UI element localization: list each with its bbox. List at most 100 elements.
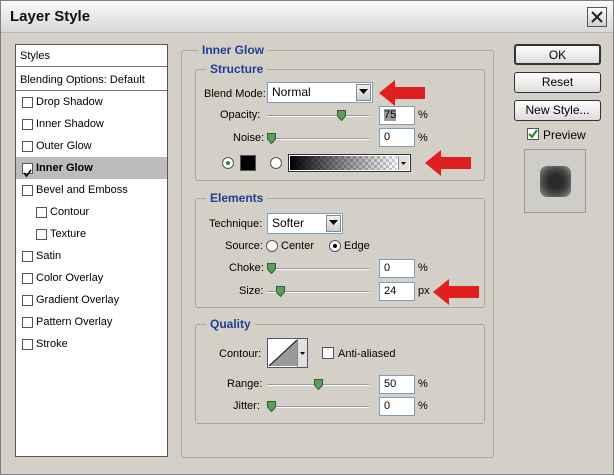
opacity-unit: % (418, 109, 428, 121)
style-item-label: Texture (50, 228, 87, 240)
style-item-label: Pattern Overlay (36, 316, 113, 328)
style-checkbox[interactable] (22, 119, 33, 130)
style-item-inner-glow[interactable]: Inner Glow (16, 157, 167, 179)
elements-title: Elements (206, 191, 268, 205)
preview-checkbox[interactable] (527, 128, 539, 140)
style-item-drop-shadow[interactable]: Drop Shadow (16, 91, 167, 113)
noise-input[interactable]: 0 (379, 128, 415, 147)
opacity-input[interactable]: 75 (379, 106, 415, 125)
gradient-picker[interactable] (288, 154, 411, 172)
ok-button[interactable]: OK (514, 44, 601, 65)
anti-aliased-label[interactable]: Anti-aliased (338, 348, 395, 360)
styles-list: Styles Blending Options: Default Drop Sh… (15, 44, 168, 457)
preview-label[interactable]: Preview (543, 128, 586, 142)
structure-title: Structure (206, 62, 268, 76)
source-label: Source: (225, 240, 263, 252)
style-item-label: Satin (36, 250, 62, 262)
range-unit: % (418, 378, 428, 390)
style-item-inner-shadow[interactable]: Inner Shadow (16, 113, 167, 135)
jitter-slider[interactable] (267, 401, 369, 413)
slider-thumb[interactable] (337, 110, 346, 122)
style-item-color-overlay[interactable]: Color Overlay (16, 267, 167, 289)
style-item-label: Color Overlay (36, 272, 104, 284)
style-checkbox[interactable] (36, 207, 47, 218)
style-checkbox[interactable] (22, 339, 33, 350)
slider-thumb[interactable] (267, 401, 276, 413)
technique-select[interactable]: Softer (267, 213, 343, 234)
style-checkbox[interactable] (22, 273, 33, 284)
solid-color-radio[interactable] (222, 157, 234, 169)
gradient-preview (290, 156, 397, 170)
layer-style-dialog: Layer Style Styles Blending Options: Def… (0, 0, 614, 475)
style-item-label: Contour (50, 206, 90, 218)
style-item-texture[interactable]: Texture (16, 223, 167, 245)
style-item-bevel-and-emboss[interactable]: Bevel and Emboss (16, 179, 167, 201)
contour-preview-icon (269, 340, 297, 366)
blending-options-item[interactable]: Blending Options: Default (16, 69, 167, 91)
jitter-input[interactable]: 0 (379, 397, 415, 416)
close-button[interactable] (587, 7, 607, 27)
preview-swatch (540, 166, 571, 197)
style-checkbox[interactable] (22, 141, 33, 152)
style-checkbox[interactable] (22, 317, 33, 328)
style-item-contour[interactable]: Contour (16, 201, 167, 223)
source-edge-radio[interactable] (329, 240, 341, 252)
style-item-gradient-overlay[interactable]: Gradient Overlay (16, 289, 167, 311)
style-item-pattern-overlay[interactable]: Pattern Overlay (16, 311, 167, 333)
technique-value: Softer (272, 216, 305, 230)
style-item-label: Inner Glow (36, 162, 93, 174)
blend-mode-select[interactable]: Normal (267, 82, 373, 103)
size-input[interactable]: 24 (379, 282, 415, 301)
jitter-label: Jitter: (233, 400, 260, 412)
style-checkbox[interactable] (22, 163, 33, 178)
source-edge-label[interactable]: Edge (344, 240, 370, 252)
slider-thumb[interactable] (267, 133, 276, 145)
style-item-satin[interactable]: Satin (16, 245, 167, 267)
range-label: Range: (227, 378, 263, 390)
technique-label: Technique: (209, 218, 263, 230)
style-checkbox[interactable] (22, 97, 33, 108)
styles-header[interactable]: Styles (16, 45, 167, 67)
glow-color-swatch[interactable] (240, 155, 256, 171)
source-center-radio[interactable] (266, 240, 278, 252)
style-preview-thumbnail (524, 149, 586, 213)
style-checkbox[interactable] (22, 295, 33, 306)
style-item-label: Gradient Overlay (36, 294, 120, 306)
contour-label: Contour: (219, 348, 262, 360)
gradient-radio[interactable] (270, 157, 282, 169)
style-checkbox[interactable] (22, 251, 33, 262)
chevron-down-icon (356, 84, 371, 101)
contour-picker[interactable] (267, 338, 308, 368)
opacity-slider[interactable] (267, 110, 369, 122)
chevron-down-icon (297, 339, 307, 367)
style-checkbox[interactable] (36, 229, 47, 240)
size-slider[interactable] (267, 286, 369, 298)
slider-thumb[interactable] (267, 263, 276, 275)
opacity-label: Opacity: (220, 109, 261, 121)
noise-slider[interactable] (267, 133, 369, 145)
red-arrow-icon (433, 279, 479, 305)
style-checkbox[interactable] (22, 185, 33, 196)
slider-thumb[interactable] (276, 286, 285, 298)
title-bar: Layer Style (1, 1, 613, 33)
slider-thumb[interactable] (314, 379, 323, 391)
style-item-outer-glow[interactable]: Outer Glow (16, 135, 167, 157)
style-item-stroke[interactable]: Stroke (16, 333, 167, 355)
choke-unit: % (418, 262, 428, 274)
new-style-button[interactable]: New Style... (514, 100, 601, 121)
checkmark-icon (528, 129, 538, 139)
size-label: Size: (239, 285, 264, 297)
chevron-down-icon (326, 215, 341, 232)
choke-input[interactable]: 0 (379, 259, 415, 278)
reset-button[interactable]: Reset (514, 72, 601, 93)
range-slider[interactable] (267, 379, 369, 391)
range-input[interactable]: 50 (379, 375, 415, 394)
style-item-label: Stroke (36, 338, 68, 350)
anti-aliased-checkbox[interactable] (322, 347, 334, 359)
style-item-label: Bevel and Emboss (36, 184, 128, 196)
noise-unit: % (418, 132, 428, 144)
source-center-label[interactable]: Center (281, 240, 314, 252)
style-item-label: Drop Shadow (36, 96, 103, 108)
blend-mode-value: Normal (272, 85, 311, 99)
choke-slider[interactable] (267, 263, 369, 275)
